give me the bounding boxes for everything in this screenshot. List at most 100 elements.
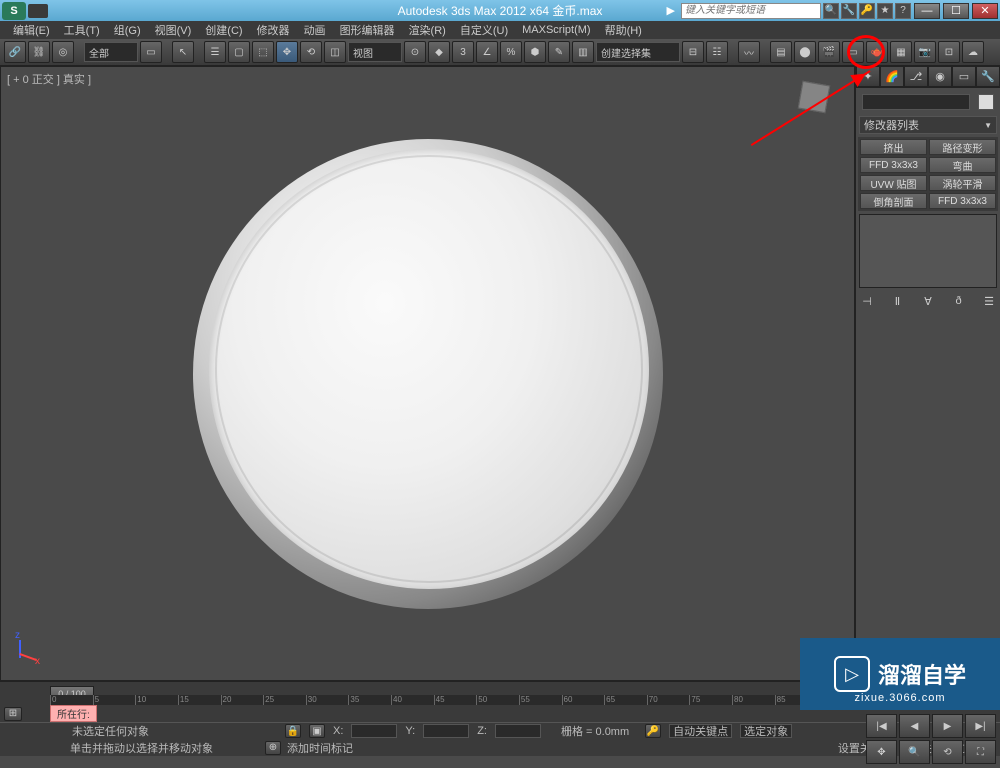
render-frame-icon[interactable]: ▭ (842, 41, 864, 63)
render-iter-icon[interactable]: ▦ (890, 41, 912, 63)
script-tag[interactable]: 所在行: (50, 705, 97, 722)
mod-extrude[interactable]: 挤出 (860, 139, 927, 155)
select-region-icon[interactable]: ▢ (228, 41, 250, 63)
pan-icon[interactable]: ✥ (866, 740, 897, 764)
pivot-icon[interactable]: ⊙ (404, 41, 426, 63)
tab-modify[interactable]: 🌈 (880, 66, 904, 87)
angle-snap-icon[interactable]: ∠ (476, 41, 498, 63)
percent-snap-icon[interactable]: % (500, 41, 522, 63)
menu-tools[interactable]: 工具(T) (57, 22, 107, 38)
material-icon[interactable]: ⬤ (794, 41, 816, 63)
goto-start-icon[interactable]: |◀ (866, 714, 897, 738)
key-mode-icon[interactable]: 🔑 (645, 724, 661, 738)
snap-icon[interactable]: 3 (452, 41, 474, 63)
star-icon[interactable]: ★ (877, 3, 893, 19)
isolate-icon[interactable]: ▣ (309, 724, 325, 738)
mod-ffd1[interactable]: FFD 3x3x3 (860, 157, 927, 173)
mirror-icon[interactable]: ▥ (572, 41, 594, 63)
schematic-icon[interactable]: ▤ (770, 41, 792, 63)
tab-utilities[interactable]: 🔧 (976, 66, 1000, 87)
mod-pathdeform[interactable]: 路径变形 (929, 139, 996, 155)
render-last-icon[interactable]: ⊡ (938, 41, 960, 63)
mod-bevelprofile[interactable]: 倒角剖面 (860, 193, 927, 209)
next-frame-icon[interactable]: ▶| (965, 714, 996, 738)
y-field[interactable] (423, 724, 469, 738)
select-name-icon[interactable]: ☰ (204, 41, 226, 63)
time-ruler[interactable]: 05 1015 2025 3035 4045 5055 6065 7075 80… (50, 695, 860, 705)
add-time-tag[interactable]: 添加时间标记 (287, 740, 353, 756)
edit-named-sel-icon[interactable]: ✎ (548, 41, 570, 63)
orbit-icon[interactable]: ⟲ (932, 740, 963, 764)
named-sel-combo[interactable]: 创建选择集 (596, 42, 680, 62)
scale-icon[interactable]: ◫ (324, 41, 346, 63)
menu-animation[interactable]: 动画 (297, 22, 333, 38)
scene-object-disc[interactable] (193, 139, 663, 609)
help-icon[interactable]: ? (895, 3, 911, 19)
menu-group[interactable]: 组(G) (107, 22, 148, 38)
zoom-icon[interactable]: 🔍 (899, 740, 930, 764)
menu-edit[interactable]: 编辑(E) (6, 22, 57, 38)
cloud-icon[interactable]: ☁ (962, 41, 984, 63)
object-name-field[interactable] (862, 94, 970, 110)
time-tag-icon[interactable]: ⊕ (265, 741, 281, 755)
x-field[interactable] (351, 724, 397, 738)
play-icon[interactable]: ▶ (932, 714, 963, 738)
selection-filter-combo[interactable]: 全部 (84, 42, 138, 62)
remove-mod-icon[interactable]: ð (951, 294, 967, 308)
menu-customize[interactable]: 自定义(U) (453, 22, 515, 38)
menu-maxscript[interactable]: MAXScript(M) (515, 24, 597, 36)
mod-bend[interactable]: 弯曲 (929, 157, 996, 173)
modifier-list-combo[interactable]: 修改器列表 (859, 116, 997, 134)
menu-render[interactable]: 渲染(R) (402, 22, 453, 38)
maximize-button[interactable]: ☐ (943, 3, 969, 19)
modifier-stack[interactable] (859, 214, 997, 288)
align-icon[interactable]: ⊟ (682, 41, 704, 63)
cursor-icon[interactable]: ↖ (172, 41, 194, 63)
object-color-swatch[interactable] (978, 94, 994, 110)
menu-modifiers[interactable]: 修改器 (250, 22, 297, 38)
unique-icon[interactable]: ∀ (920, 294, 936, 308)
unlink-icon[interactable]: ⛓ (28, 41, 50, 63)
rotate-icon[interactable]: ⟲ (300, 41, 322, 63)
search-icon[interactable]: 🔍 (823, 3, 839, 19)
tab-hierarchy[interactable]: ⎇ (904, 66, 928, 87)
lock-icon[interactable]: 🔒 (285, 724, 301, 738)
help-search-input[interactable] (681, 3, 821, 19)
app-logo[interactable]: S (2, 2, 26, 20)
manipulate-icon[interactable]: ◆ (428, 41, 450, 63)
curve-editor-icon[interactable]: 〰 (738, 41, 760, 63)
render-setup-icon[interactable]: 🎬 (818, 41, 840, 63)
show-end-icon[interactable]: Ⅱ (890, 294, 906, 308)
minimize-button[interactable]: — (914, 3, 940, 19)
move-icon[interactable]: ✥ (276, 41, 298, 63)
mod-uvwmap[interactable]: UVW 贴图 (860, 175, 927, 191)
z-field[interactable] (495, 724, 541, 738)
menu-help[interactable]: 帮助(H) (598, 22, 649, 38)
select-icon[interactable]: ▭ (140, 41, 162, 63)
viewcube[interactable] (784, 77, 844, 127)
tab-display[interactable]: ▭ (952, 66, 976, 87)
mod-ffd2[interactable]: FFD 3x3x3 (929, 193, 996, 209)
ref-coord-combo[interactable]: 视图 (348, 42, 402, 62)
max-toggle-icon[interactable]: ⛶ (965, 740, 996, 764)
link-icon[interactable]: 🔗 (4, 41, 26, 63)
configure-sets-icon[interactable]: ☰ (981, 294, 997, 308)
render-preset-icon[interactable]: 📷 (914, 41, 936, 63)
menu-graph[interactable]: 图形编辑器 (333, 22, 402, 38)
wrench-icon[interactable]: 🔧 (841, 3, 857, 19)
bind-icon[interactable]: ◎ (52, 41, 74, 63)
viewport[interactable]: [ + 0 正交 ] 真实 ] zx (0, 66, 855, 681)
render-prod-icon[interactable]: 🫖 (866, 41, 888, 63)
mod-turbosmooth[interactable]: 涡轮平滑 (929, 175, 996, 191)
trackbar-toggle-icon[interactable]: ⊞ (4, 707, 22, 721)
viewport-label[interactable]: [ + 0 正交 ] 真实 ] (7, 71, 91, 87)
prev-frame-icon[interactable]: ◀ (899, 714, 930, 738)
selected-obj-combo[interactable]: 选定对象 (740, 724, 792, 738)
menu-view[interactable]: 视图(V) (148, 22, 199, 38)
spinner-snap-icon[interactable]: ⬢ (524, 41, 546, 63)
pin-stack-icon[interactable]: ⊣ (859, 294, 875, 308)
close-button[interactable]: ✕ (972, 3, 998, 19)
layers-icon[interactable]: ☷ (706, 41, 728, 63)
caret-icon[interactable]: ▶ (667, 4, 675, 17)
app-menu-icon[interactable] (28, 4, 48, 18)
